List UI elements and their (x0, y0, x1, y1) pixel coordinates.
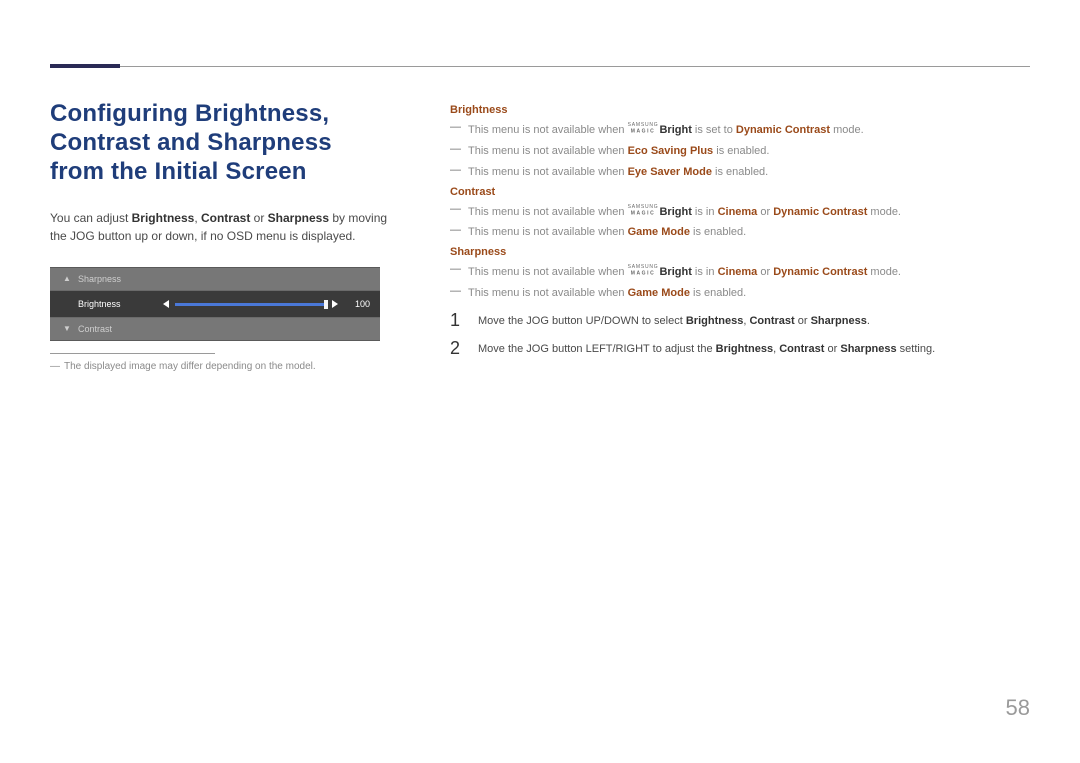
footnote-text: ―The displayed image may differ dependin… (50, 360, 320, 373)
step-bold: Contrast (779, 343, 824, 355)
highlight-text: Dynamic Contrast (773, 206, 867, 218)
osd-active-label: Brightness (74, 299, 163, 309)
step-bold: Sharpness (840, 343, 896, 355)
step-number: 2 (450, 339, 464, 357)
bullet-text: This menu is not available when (468, 266, 628, 278)
page-title: Configuring Brightness, Contrast and Sha… (50, 100, 390, 186)
intro-sep: , (194, 211, 201, 225)
highlight-text: Dynamic Contrast (736, 124, 830, 136)
right-column: Brightness This menu is not available wh… (450, 100, 1030, 368)
step-1: 1 Move the JOG button UP/DOWN to select … (450, 311, 1030, 329)
osd-slider: 100 (163, 299, 370, 309)
bullet-text: This menu is not available when (468, 226, 628, 238)
osd-row-up: ▲ Sharpness (50, 268, 380, 290)
footnote-body: The displayed image may differ depending… (64, 361, 316, 372)
bullet-text: This menu is not available when (468, 206, 628, 218)
left-column: Configuring Brightness, Contrast and Sha… (50, 100, 390, 373)
step-pre: Move the JOG button UP/DOWN to select (478, 315, 686, 327)
slider-track (175, 303, 326, 306)
accent-bar (50, 64, 120, 68)
page: Configuring Brightness, Contrast and Sha… (0, 0, 1080, 763)
bullet-text: is in (692, 206, 718, 218)
bullet-text: is enabled. (713, 145, 769, 157)
section-head-sharpness: Sharpness (450, 246, 1030, 258)
bullet: This menu is not available when Eco Savi… (450, 144, 1030, 159)
bullet-text: mode. (867, 266, 901, 278)
footnote-rule (50, 353, 215, 354)
osd-down-label: Contrast (74, 324, 163, 334)
chevron-down-icon: ▼ (60, 325, 74, 333)
magic-icon: SAMSUNGMAGIC (628, 121, 659, 134)
intro-sharpness: Sharpness (268, 211, 329, 225)
osd-widget: ▲ Sharpness Brightness 100 ▼ Contrast (50, 267, 380, 341)
section-head-brightness: Brightness (450, 104, 1030, 116)
step-pre: Move the JOG button LEFT/RIGHT to adjust… (478, 343, 716, 355)
highlight-text: Dynamic Contrast (773, 266, 867, 278)
bullet-text: or (757, 266, 773, 278)
dash-icon: ― (50, 360, 64, 373)
magic-icon: SAMSUNGMAGIC (628, 203, 659, 216)
bold-text: Bright (659, 206, 691, 218)
highlight-text: Cinema (718, 206, 758, 218)
osd-value: 100 (344, 299, 370, 309)
step-post: setting. (897, 343, 936, 355)
bullet: This menu is not available when Eye Save… (450, 165, 1030, 180)
step-number: 1 (450, 311, 464, 329)
step-bold: Contrast (749, 315, 794, 327)
step-bold: Brightness (686, 315, 743, 327)
bullet-text: This menu is not available when (468, 287, 628, 299)
intro-text: You can adjust (50, 211, 132, 225)
highlight-text: Cinema (718, 266, 758, 278)
magic-icon: SAMSUNGMAGIC (628, 264, 659, 277)
bullet: This menu is not available when SAMSUNGM… (450, 204, 1030, 220)
bullet-text: is enabled. (712, 166, 768, 178)
step-text: Move the JOG button LEFT/RIGHT to adjust… (478, 339, 935, 357)
bullet: This menu is not available when SAMSUNGM… (450, 264, 1030, 280)
intro-paragraph: You can adjust Brightness, Contrast or S… (50, 210, 390, 245)
slider-thumb (324, 300, 328, 309)
step-bold: Brightness (716, 343, 773, 355)
footnote: ―The displayed image may differ dependin… (50, 353, 320, 373)
step-sep: or (795, 315, 811, 327)
bullet: This menu is not available when Game Mod… (450, 286, 1030, 301)
triangle-right-icon (332, 300, 338, 308)
osd-row-active: Brightness 100 (50, 290, 380, 317)
intro-contrast: Contrast (201, 211, 250, 225)
bold-text: Bright (659, 266, 691, 278)
osd-row-down: ▼ Contrast (50, 317, 380, 340)
bold-text: Bright (659, 124, 691, 136)
bullet: This menu is not available when SAMSUNGM… (450, 122, 1030, 138)
triangle-left-icon (163, 300, 169, 308)
top-rule (50, 66, 1030, 67)
intro-brightness: Brightness (132, 211, 195, 225)
highlight-text: Game Mode (628, 287, 690, 299)
step-post: . (867, 315, 870, 327)
step-text: Move the JOG button UP/DOWN to select Br… (478, 311, 870, 329)
bullet-text: is set to (692, 124, 736, 136)
highlight-text: Game Mode (628, 226, 690, 238)
bullet-text: mode. (867, 206, 901, 218)
highlight-text: Eye Saver Mode (628, 166, 712, 178)
bullet-text: is enabled. (690, 226, 746, 238)
highlight-text: Eco Saving Plus (628, 145, 714, 157)
chevron-up-icon: ▲ (60, 275, 74, 283)
bullet-text: This menu is not available when (468, 124, 628, 136)
bullet-text: is in (692, 266, 718, 278)
section-head-contrast: Contrast (450, 186, 1030, 198)
step-2: 2 Move the JOG button LEFT/RIGHT to adju… (450, 339, 1030, 357)
osd-up-label: Sharpness (74, 274, 163, 284)
intro-sep2: or (250, 211, 267, 225)
bullet: This menu is not available when Game Mod… (450, 225, 1030, 240)
bullet-text: is enabled. (690, 287, 746, 299)
bullet-text: This menu is not available when (468, 166, 628, 178)
bullet-text: or (757, 206, 773, 218)
bullet-text: This menu is not available when (468, 145, 628, 157)
page-number: 58 (1006, 695, 1030, 721)
step-bold: Sharpness (811, 315, 867, 327)
step-sep: or (824, 343, 840, 355)
steps-list: 1 Move the JOG button UP/DOWN to select … (450, 311, 1030, 358)
bullet-text: mode. (830, 124, 864, 136)
